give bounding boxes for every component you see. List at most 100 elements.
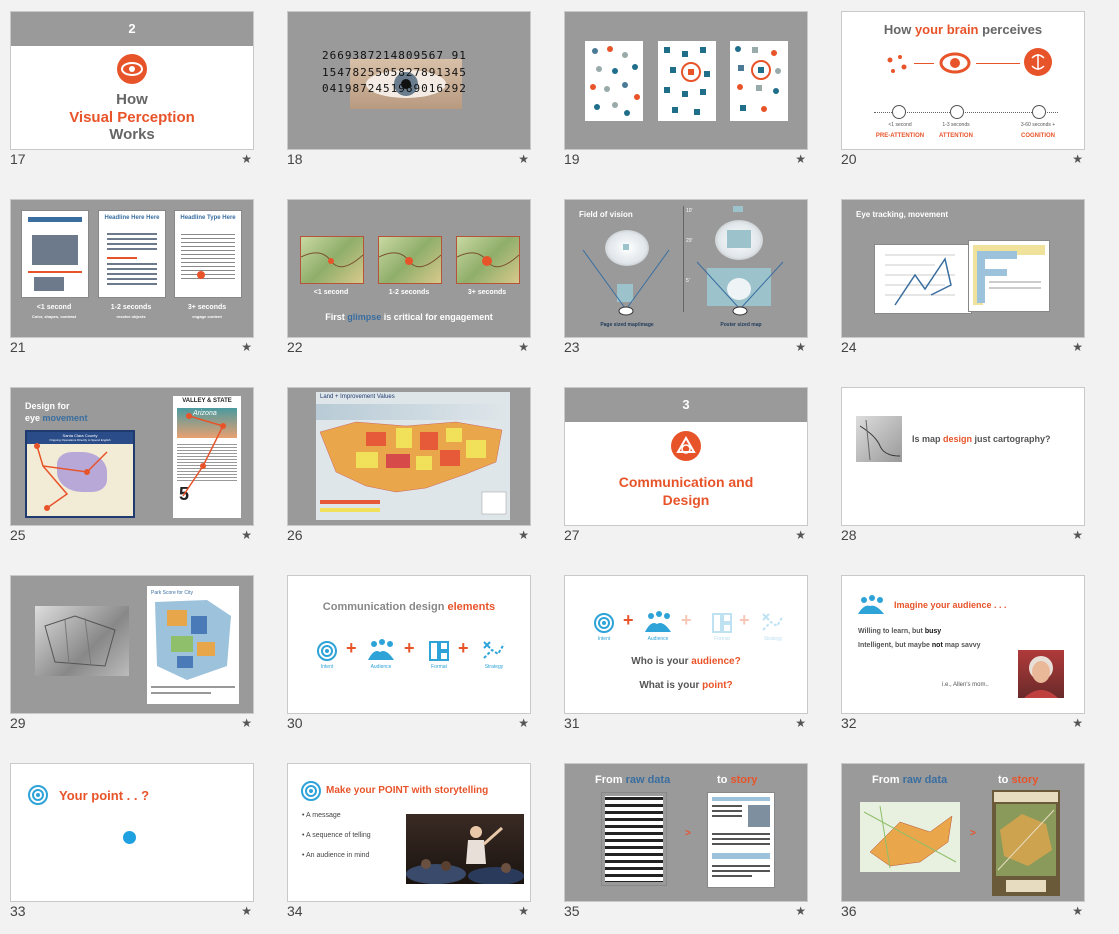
arrow: > — [685, 828, 691, 839]
slide-thumb-19[interactable]: 19 ★ — [564, 11, 808, 171]
format-icon — [711, 612, 733, 634]
document-page-3: Headline Type Here — [174, 210, 242, 298]
icon-label: Strategy — [484, 664, 504, 670]
star-icon: ★ — [241, 904, 252, 918]
eye-icon — [938, 50, 972, 76]
land-values-map: Land + Improvement Values — [316, 392, 510, 520]
slide-20[interactable]: How your brain perceives <1 second 1-3 s… — [841, 11, 1085, 150]
point-dot — [123, 831, 136, 844]
target-icon — [300, 780, 322, 802]
target-icon — [593, 612, 615, 634]
slide-caption: First glimpse is critical for engagement — [325, 312, 493, 322]
slide-22[interactable]: <1 second 1-2 seconds 3+ seconds First g… — [287, 199, 531, 338]
audience-icon — [366, 638, 396, 662]
slide-26[interactable]: Land + Improvement Values — [287, 387, 531, 526]
slide-thumb-33[interactable]: Your point . . ? 33 ★ — [10, 763, 254, 923]
slide-thumb-23[interactable]: Field of vision 10' 20' 5' Page sized ma… — [564, 199, 808, 359]
slide-28[interactable]: Is map design just cartography? — [841, 387, 1085, 526]
slide-title: Communication design elements — [322, 601, 496, 613]
slide-19[interactable] — [564, 11, 808, 150]
slide-thumb-21[interactable]: Headline Here Here Headline Type Here <1… — [10, 199, 254, 359]
time-desc: engage content — [192, 314, 222, 319]
plus-sign: + — [458, 638, 469, 658]
title-right: to story — [717, 774, 758, 786]
line-1: Willing to learn, but busy — [858, 628, 942, 635]
newspaper-page: VALLEY & STATE Arizona 5 — [173, 396, 241, 518]
star-icon: ★ — [1072, 904, 1083, 918]
slide-thumb-31[interactable]: + + + Intent Audience Format Strategy Wh… — [564, 575, 808, 735]
star-icon: ★ — [795, 152, 806, 166]
slide-thumb-36[interactable]: From raw data to story > 36 ★ — [841, 763, 1085, 923]
plus-sign: + — [623, 610, 634, 630]
time-label: <1 second — [36, 304, 72, 311]
slide-thumb-28[interactable]: Is map design just cartography? 28 ★ — [841, 387, 1085, 547]
slide-thumb-34[interactable]: Make your POINT with storytelling • A me… — [287, 763, 531, 923]
slide-25[interactable]: Design for eye movement Santa Clara Coun… — [10, 387, 254, 526]
target-icon — [27, 784, 49, 806]
slide-24[interactable]: Eye tracking, movement — [841, 199, 1085, 338]
title-line-2: Design — [662, 492, 710, 508]
phase-label: COGNITION — [1021, 133, 1055, 139]
slide-number: 29 — [10, 715, 26, 731]
icon-label: Audience — [370, 664, 392, 670]
map-thumbnail — [456, 236, 520, 284]
slide-34[interactable]: Make your POINT with storytelling • A me… — [287, 763, 531, 902]
slide-thumb-24[interactable]: Eye tracking, movement 24 ★ — [841, 199, 1085, 359]
time-desc: resolve objects — [116, 314, 146, 319]
star-icon: ★ — [1072, 340, 1083, 354]
phase-label: ATTENTION — [939, 133, 973, 139]
slide-27[interactable]: 3 Communication and Design — [564, 387, 808, 526]
slide-thumb-18[interactable]: 2669387214809567 91 1547825505827891345 … — [287, 11, 531, 171]
slide-36[interactable]: From raw data to story > — [841, 763, 1085, 902]
time-label: 1-3 seconds — [942, 122, 970, 128]
time-label: 3+ seconds — [187, 304, 227, 311]
slide-30[interactable]: Communication design elements + + + Inte… — [287, 575, 531, 714]
slide-31[interactable]: + + + Intent Audience Format Strategy Wh… — [564, 575, 808, 714]
icon-label: Intent — [597, 636, 611, 642]
slide-thumb-17[interactable]: 2 How Visual Perception Works 17 ★ — [10, 11, 254, 171]
slide-thumb-27[interactable]: 3 Communication and Design 27 ★ — [564, 387, 808, 547]
time-label: <1 second — [888, 122, 912, 128]
caption: Poster sized map — [720, 322, 762, 328]
slide-thumb-29[interactable]: Park Score for City 29 ★ — [10, 575, 254, 735]
slide-35[interactable]: From raw data to story > — [564, 763, 808, 902]
slide-number: 32 — [841, 715, 857, 731]
caption: i.e., Allen's mom.. — [942, 682, 989, 688]
icon-label: Format — [431, 664, 447, 670]
slide-number: 33 — [10, 903, 26, 919]
map-thumbnail — [378, 236, 442, 284]
slide-21[interactable]: Headline Here Here Headline Type Here <1… — [10, 199, 254, 338]
slide-thumb-32[interactable]: Imagine your audience . . . Willing to l… — [841, 575, 1085, 735]
dot-pattern-panel — [585, 41, 643, 121]
slide-thumb-22[interactable]: <1 second 1-2 seconds 3+ seconds First g… — [287, 199, 531, 359]
slide-thumb-35[interactable]: From raw data to story > 35 ★ — [564, 763, 808, 923]
slide-number: 35 — [564, 903, 580, 919]
slide-thumb-25[interactable]: Design for eye movement Santa Clara Coun… — [10, 387, 254, 547]
audience-icon — [643, 610, 673, 634]
slide-thumb-20[interactable]: How your brain perceives <1 second 1-3 s… — [841, 11, 1085, 171]
slide-33[interactable]: Your point . . ? — [10, 763, 254, 902]
slide-18[interactable]: 2669387214809567 91 1547825505827891345 … — [287, 11, 531, 150]
document-page-2: Headline Here Here — [98, 210, 166, 298]
icon-label: Intent — [320, 664, 334, 670]
slide-29[interactable]: Park Score for City — [10, 575, 254, 714]
slide-number: 20 — [841, 151, 857, 167]
slide-17[interactable]: 2 How Visual Perception Works — [10, 11, 254, 150]
arrow-line — [914, 63, 934, 64]
star-icon: ★ — [518, 528, 529, 542]
slide-32[interactable]: Imagine your audience . . . Willing to l… — [841, 575, 1085, 714]
slide-number: 28 — [841, 527, 857, 543]
arrow-line — [976, 63, 1020, 64]
title-left: From raw data — [595, 774, 671, 786]
park-score-map: Park Score for City — [147, 586, 239, 704]
slide-23[interactable]: Field of vision 10' 20' 5' Page sized ma… — [564, 199, 808, 338]
star-icon: ★ — [241, 152, 252, 166]
slide-thumb-26[interactable]: Land + Improvement Values 26 ★ — [287, 387, 531, 547]
document-page-1 — [21, 210, 89, 298]
slide-thumb-30[interactable]: Communication design elements + + + Inte… — [287, 575, 531, 735]
number-row-2: 1547825505827891345 — [322, 66, 467, 79]
number-row-3: 0419872451989016292 — [322, 82, 467, 95]
slide-number: 34 — [287, 903, 303, 919]
slide-number: 31 — [564, 715, 580, 731]
strategy-icon — [761, 612, 785, 634]
